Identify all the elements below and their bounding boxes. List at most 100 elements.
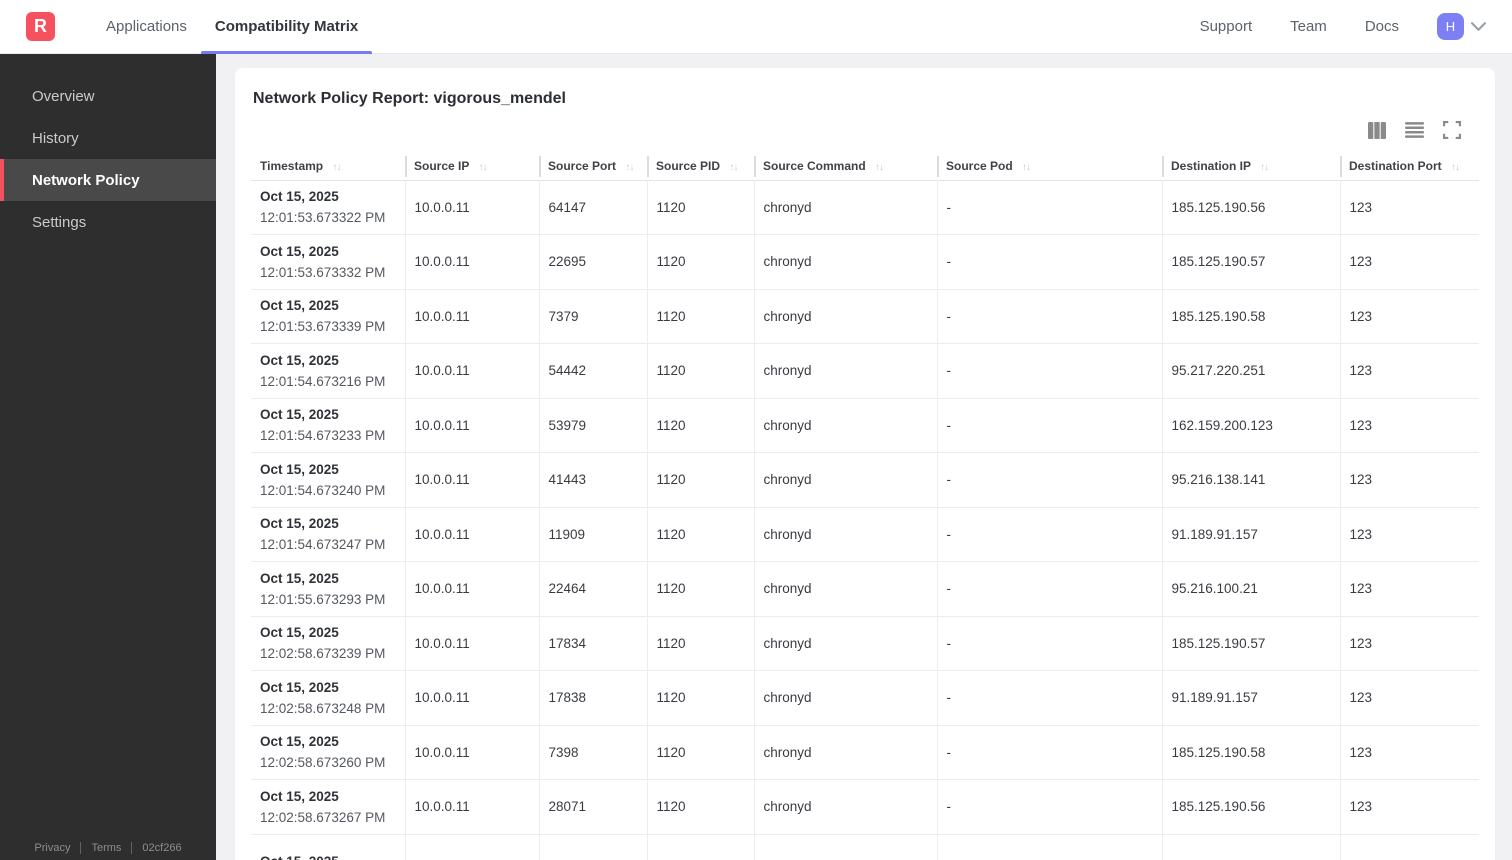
cell-source-pid: 1120 bbox=[646, 561, 754, 616]
cell-source-ip bbox=[404, 834, 539, 860]
cell-timestamp: Oct 15, 2025 12:01:53.673339 PM bbox=[251, 289, 405, 344]
cell-destination-ip: 95.216.138.141 bbox=[1161, 452, 1340, 507]
privacy-link[interactable]: Privacy bbox=[34, 842, 70, 854]
sidebar-item-network-policy[interactable]: Network Policy bbox=[0, 159, 216, 201]
column-header-destination-port[interactable]: Destination Port ↑↓ bbox=[1340, 153, 1479, 180]
column-header-source-port[interactable]: Source Port ↑↓ bbox=[539, 153, 647, 180]
table-body: Oct 15, 2025 12:01:53.673322 PM 10.0.0.11 6… bbox=[251, 180, 1479, 860]
cell-source-pid: 1120 bbox=[646, 343, 754, 398]
cell-source-pod: - bbox=[936, 507, 1162, 562]
timestamp-date: Oct 15, 2025 bbox=[260, 734, 339, 750]
table-row: Oct 15, 2025 12:01:54.673233 PM 10.0.0.11 5… bbox=[251, 398, 1479, 453]
tab-applications[interactable]: Applications bbox=[92, 0, 201, 54]
sort-icon[interactable]: ↑↓ bbox=[1451, 162, 1460, 173]
app-logo[interactable]: R bbox=[26, 12, 55, 41]
cell-source-ip: 10.0.0.11 bbox=[404, 452, 539, 507]
column-header-source-pid[interactable]: Source PID ↑↓ bbox=[647, 153, 754, 180]
fullscreen-button[interactable] bbox=[1443, 121, 1461, 142]
cell-source-command: chronyd bbox=[753, 398, 937, 453]
cell-timestamp: Oct 15, 2025 12:01:54.673247 PM bbox=[251, 507, 405, 562]
chevron-down-icon[interactable] bbox=[1471, 22, 1486, 31]
timestamp-time: 12:02:58.673260 PM bbox=[260, 755, 386, 771]
tab-compatibility-matrix[interactable]: Compatibility Matrix bbox=[200, 0, 373, 54]
cell-source-ip: 10.0.0.11 bbox=[404, 561, 539, 616]
cell-destination-port: 123 bbox=[1339, 561, 1479, 616]
columns-view-button[interactable] bbox=[1368, 121, 1386, 142]
navbar-right: Support Team Docs H bbox=[1200, 13, 1486, 40]
support-link[interactable]: Support bbox=[1200, 18, 1253, 35]
cell-source-ip: 10.0.0.11 bbox=[404, 180, 539, 235]
sidebar-item-overview[interactable]: Overview bbox=[0, 75, 216, 117]
cell-destination-ip: 185.125.190.56 bbox=[1161, 779, 1340, 834]
footer-divider bbox=[80, 842, 82, 854]
sort-icon[interactable]: ↑↓ bbox=[875, 162, 884, 173]
sidebar-item-history[interactable]: History bbox=[0, 117, 216, 159]
cell-timestamp: Oct 15, 2025 12:02:58.673267 PM bbox=[251, 780, 405, 835]
timestamp-time: 12:01:54.673247 PM bbox=[260, 537, 386, 553]
column-header-destination-ip[interactable]: Destination IP ↑↓ bbox=[1162, 153, 1340, 180]
sidebar-footer: Privacy Terms 02cf266 bbox=[0, 842, 216, 854]
column-header-source-command[interactable]: Source Command ↑↓ bbox=[754, 153, 937, 180]
rows-view-button[interactable] bbox=[1405, 122, 1424, 141]
timestamp-time: 12:01:53.673332 PM bbox=[260, 264, 386, 280]
cell-timestamp: Oct 15, 2025 12:01:54.673233 PM bbox=[251, 398, 405, 453]
cell-source-port: 64147 bbox=[538, 180, 647, 235]
cell-source-pod: - bbox=[936, 289, 1162, 344]
cell-source-pod: - bbox=[936, 725, 1162, 780]
cell-source-ip: 10.0.0.11 bbox=[404, 616, 539, 671]
table-row: Oct 15, 2025 12:02:58.673260 PM 10.0.0.11 7… bbox=[251, 725, 1479, 780]
column-header-source-pod[interactable]: Source Pod ↑↓ bbox=[937, 153, 1162, 180]
sort-icon[interactable]: ↑↓ bbox=[478, 162, 487, 173]
cell-timestamp: Oct 15, 2025 12:01:53.673322 PM bbox=[251, 180, 405, 235]
sort-icon[interactable]: ↑↓ bbox=[332, 162, 341, 173]
cell-source-ip: 10.0.0.11 bbox=[404, 779, 539, 834]
columns-icon bbox=[1368, 121, 1386, 142]
fullscreen-icon bbox=[1443, 121, 1461, 142]
timestamp-time: 12:01:55.673293 PM bbox=[260, 591, 386, 607]
rows-icon bbox=[1405, 122, 1424, 141]
sort-icon[interactable]: ↑↓ bbox=[1260, 162, 1269, 173]
cell-source-command: chronyd bbox=[753, 561, 937, 616]
cell-source-ip: 10.0.0.11 bbox=[404, 398, 539, 453]
sort-icon[interactable]: ↑↓ bbox=[1022, 162, 1031, 173]
timestamp-time: 12:01:54.673233 PM bbox=[260, 428, 386, 444]
cell-timestamp: Oct 15, 2025 12:02:58.673239 PM bbox=[251, 616, 405, 671]
timestamp-time: 12:01:54.673216 PM bbox=[260, 373, 386, 389]
cell-source-ip: 10.0.0.11 bbox=[404, 725, 539, 780]
sort-icon[interactable]: ↑↓ bbox=[625, 162, 634, 173]
timestamp-date: Oct 15, 2025 bbox=[260, 461, 339, 477]
cell-source-port: 7398 bbox=[538, 725, 647, 780]
cell-destination-port bbox=[1339, 834, 1479, 860]
cell-source-pid: 1120 bbox=[646, 779, 754, 834]
cell-source-pod: - bbox=[936, 561, 1162, 616]
terms-link[interactable]: Terms bbox=[91, 842, 121, 854]
column-header-timestamp[interactable]: Timestamp ↑↓ bbox=[251, 153, 405, 180]
timestamp-date: Oct 15, 2025 bbox=[260, 352, 339, 368]
team-link[interactable]: Team bbox=[1290, 18, 1327, 35]
sort-icon[interactable]: ↑↓ bbox=[729, 162, 738, 173]
user-avatar[interactable]: H bbox=[1437, 13, 1464, 40]
cell-source-port: 41443 bbox=[538, 452, 647, 507]
timestamp-date: Oct 15, 2025 bbox=[260, 570, 339, 586]
table-row: Oct 15, 2025 12:01:53.673339 PM 10.0.0.11 7… bbox=[251, 289, 1479, 344]
column-header-source-ip[interactable]: Source IP ↑↓ bbox=[405, 153, 539, 180]
timestamp-date: Oct 15, 2025 bbox=[260, 788, 339, 804]
docs-link[interactable]: Docs bbox=[1365, 18, 1399, 35]
cell-source-pid: 1120 bbox=[646, 670, 754, 725]
cell-source-pid: 1120 bbox=[646, 234, 754, 289]
cell-destination-ip: 91.189.91.157 bbox=[1161, 670, 1340, 725]
sidebar: Overview History Network Policy Settings… bbox=[0, 54, 216, 860]
timestamp-time: 12:01:53.673339 PM bbox=[260, 319, 386, 335]
cell-destination-port: 123 bbox=[1339, 779, 1479, 834]
cell-source-ip: 10.0.0.11 bbox=[404, 289, 539, 344]
cell-source-ip: 10.0.0.11 bbox=[404, 507, 539, 562]
cell-source-port: 53979 bbox=[538, 398, 647, 453]
cell-destination-port: 123 bbox=[1339, 725, 1479, 780]
sidebar-item-settings[interactable]: Settings bbox=[0, 201, 216, 243]
cell-source-command: chronyd bbox=[753, 507, 937, 562]
cell-source-pid: 1120 bbox=[646, 725, 754, 780]
table-row: Oct 15, 2025 12:01:54.673247 PM 10.0.0.11 1… bbox=[251, 507, 1479, 562]
timestamp-date: Oct 15, 2025 bbox=[260, 243, 339, 259]
cell-source-pid: 1120 bbox=[646, 507, 754, 562]
report-table: Timestamp ↑↓ Source IP ↑↓ Source Port ↑↓ bbox=[251, 153, 1479, 860]
